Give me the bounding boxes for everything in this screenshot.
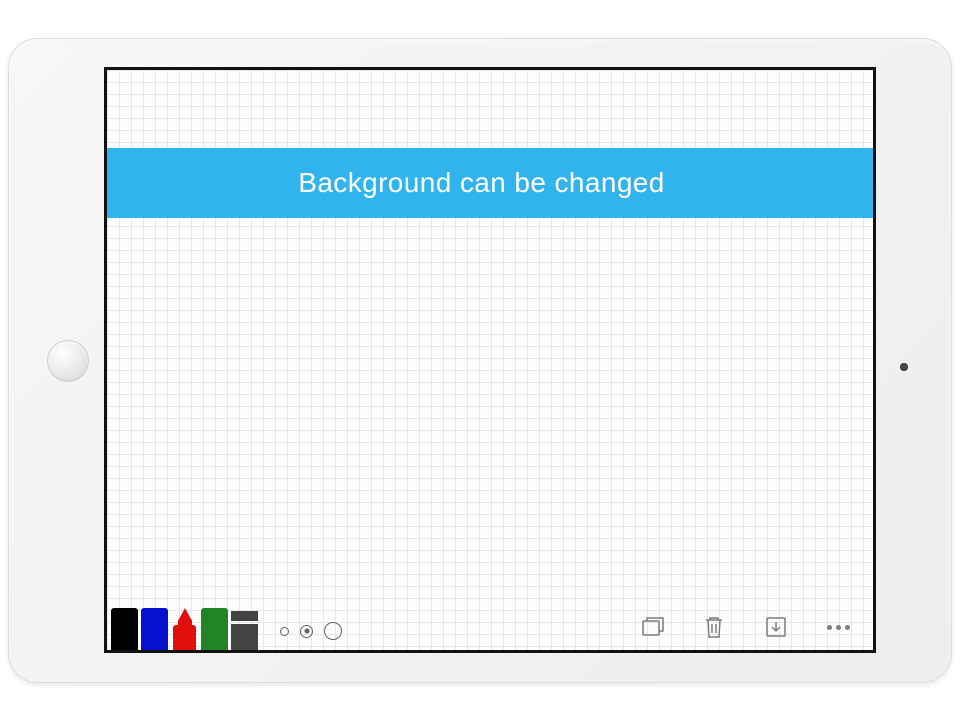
pen-tools bbox=[107, 608, 258, 650]
info-banner: Background can be changed bbox=[104, 148, 876, 218]
trash-button[interactable] bbox=[701, 614, 727, 640]
marker-green-tool[interactable] bbox=[201, 608, 228, 650]
trash-icon bbox=[701, 614, 727, 640]
app-screen: Background can be changed bbox=[104, 67, 876, 653]
more-button[interactable] bbox=[825, 614, 851, 640]
marker-red-tool[interactable] bbox=[171, 608, 198, 650]
stroke-size-small[interactable] bbox=[280, 627, 289, 636]
export-button[interactable] bbox=[763, 614, 789, 640]
bottom-toolbar bbox=[107, 600, 873, 650]
home-button[interactable] bbox=[47, 340, 89, 382]
tablet-frame: Background can be changed bbox=[8, 38, 952, 683]
pages-icon bbox=[639, 614, 665, 640]
marker-blue-tool[interactable] bbox=[141, 608, 168, 650]
marker-black-tool[interactable] bbox=[111, 608, 138, 650]
pages-button[interactable] bbox=[639, 614, 665, 640]
banner-text: Background can be changed bbox=[298, 167, 665, 199]
action-group bbox=[639, 614, 851, 640]
download-icon bbox=[763, 614, 789, 640]
stroke-size-group bbox=[280, 622, 342, 640]
more-icon bbox=[827, 625, 850, 630]
eraser-tool[interactable] bbox=[231, 611, 258, 650]
camera-dot bbox=[900, 363, 908, 371]
stroke-size-medium[interactable] bbox=[300, 625, 313, 638]
stroke-size-large[interactable] bbox=[324, 622, 342, 640]
